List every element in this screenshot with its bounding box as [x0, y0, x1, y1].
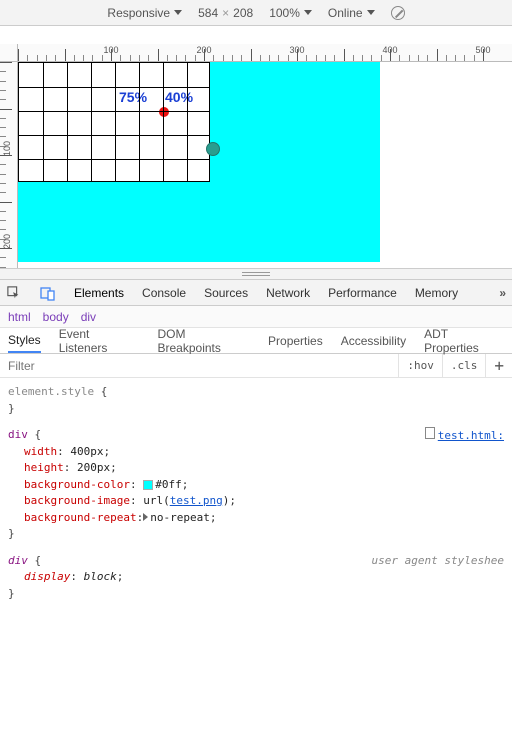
chevron-down-icon: [174, 10, 182, 15]
more-tabs-button[interactable]: »: [499, 286, 506, 300]
dimensions: 584 × 208: [198, 6, 253, 20]
bg-position-x-label: 75%: [119, 89, 147, 105]
rotate-button[interactable]: [391, 6, 405, 20]
ruler-corner: [0, 44, 18, 62]
viewport: 100200300400500 100200 75% 40%: [0, 26, 512, 268]
throttle-dropdown[interactable]: Online: [328, 6, 375, 20]
styles-pane: element.style { } test.html: div { width…: [0, 378, 512, 618]
zoom-label: 100%: [269, 6, 300, 20]
tab-console[interactable]: Console: [142, 286, 186, 300]
user-agent-rule: user agent styleshee div { display: bloc…: [8, 553, 504, 603]
selector: div: [8, 554, 28, 567]
tab-performance[interactable]: Performance: [328, 286, 397, 300]
chevron-down-icon: [367, 10, 375, 15]
height-input[interactable]: 208: [233, 6, 253, 20]
origin-marker-icon: [159, 107, 169, 117]
device-mode-label: Responsive: [107, 6, 170, 20]
subtab-styles[interactable]: Styles: [8, 333, 41, 353]
styles-filter-row: :hov .cls +: [0, 354, 512, 378]
throttle-label: Online: [328, 6, 363, 20]
tab-sources[interactable]: Sources: [204, 286, 248, 300]
width-input[interactable]: 584: [198, 6, 218, 20]
css-declaration: display: block;: [8, 569, 504, 586]
panel-resize-handle[interactable]: [0, 268, 512, 280]
breadcrumb-body[interactable]: body: [43, 310, 69, 324]
new-style-rule-button[interactable]: +: [485, 354, 512, 377]
device-toolbar: Responsive 584 × 208 100% Online: [0, 0, 512, 26]
tab-elements[interactable]: Elements: [74, 286, 124, 300]
background-image-grid: 75% 40%: [18, 62, 210, 182]
file-icon: [425, 427, 435, 439]
tab-network[interactable]: Network: [266, 286, 310, 300]
css-declaration[interactable]: background-image: url(test.png);: [8, 493, 504, 510]
selector: div: [8, 428, 28, 441]
bg-position-y-label: 40%: [165, 89, 193, 105]
subtab-adt-properties[interactable]: ADT Properties: [424, 327, 504, 355]
ruler-vertical[interactable]: 100200: [0, 62, 18, 268]
chevron-down-icon: [304, 10, 312, 15]
css-rule-div[interactable]: test.html: div { width: 400px; height: 2…: [8, 427, 504, 543]
ua-stylesheet-label: user agent styleshee: [372, 553, 504, 570]
grip-icon: [242, 272, 270, 276]
url-link[interactable]: test.png: [170, 494, 223, 507]
selector: element.style: [8, 385, 94, 398]
css-declaration[interactable]: background-repeat:no-repeat;: [8, 510, 504, 527]
target-div-element[interactable]: 75% 40%: [18, 62, 380, 262]
expand-shorthand-icon[interactable]: [143, 513, 148, 521]
element-style-rule[interactable]: element.style { }: [8, 384, 504, 417]
css-declaration[interactable]: height: 200px;: [8, 460, 504, 477]
subtab-dom-breakpoints[interactable]: DOM Breakpoints: [158, 327, 251, 355]
breadcrumb-div[interactable]: div: [81, 310, 96, 324]
cls-toggle[interactable]: .cls: [442, 354, 486, 377]
rendered-page[interactable]: 75% 40%: [18, 62, 512, 268]
toggle-device-button[interactable]: [40, 285, 56, 301]
zoom-dropdown[interactable]: 100%: [269, 6, 312, 20]
device-mode-dropdown[interactable]: Responsive: [107, 6, 182, 20]
breadcrumb-html[interactable]: html: [8, 310, 31, 324]
position-marker-icon[interactable]: [206, 142, 220, 156]
color-swatch-icon[interactable]: [143, 480, 153, 490]
tab-memory[interactable]: Memory: [415, 286, 458, 300]
styles-filter-input[interactable]: [0, 354, 398, 377]
dom-breadcrumb: html body div: [0, 306, 512, 328]
inspect-element-button[interactable]: [6, 285, 22, 301]
hov-toggle[interactable]: :hov: [398, 354, 442, 377]
ruler-horizontal[interactable]: 100200300400500: [18, 44, 512, 62]
css-declaration[interactable]: width: 400px;: [8, 444, 504, 461]
subtab-event-listeners[interactable]: Event Listeners: [59, 327, 140, 355]
dim-separator: ×: [222, 6, 229, 20]
sidebar-tabs: Styles Event Listeners DOM Breakpoints P…: [0, 328, 512, 354]
rotate-icon: [391, 6, 405, 20]
devtools-main-tabs: Elements Console Sources Network Perform…: [0, 280, 512, 306]
css-declaration[interactable]: background-color: #0ff;: [8, 477, 504, 494]
source-link[interactable]: test.html:: [425, 427, 504, 445]
subtab-properties[interactable]: Properties: [268, 334, 323, 348]
subtab-accessibility[interactable]: Accessibility: [341, 334, 406, 348]
